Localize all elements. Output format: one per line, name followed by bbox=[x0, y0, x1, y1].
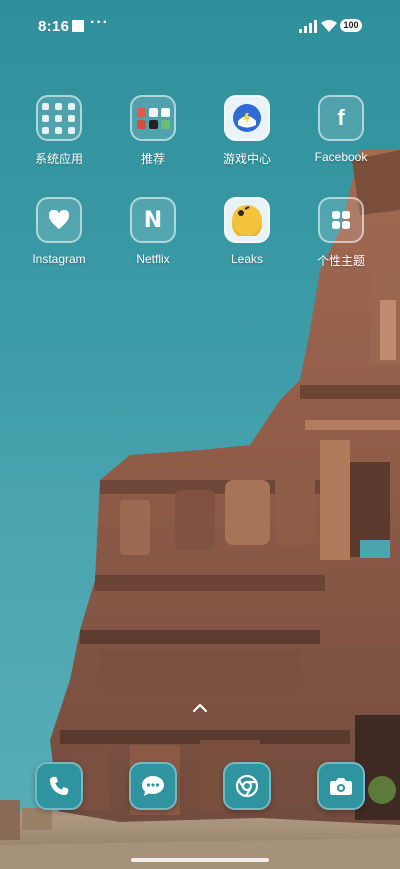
game-center-icon bbox=[224, 95, 270, 141]
wifi-icon bbox=[321, 19, 337, 32]
app-themes[interactable]: 个性主题 bbox=[295, 197, 387, 269]
app-label: Facebook bbox=[314, 150, 368, 164]
app-label: Leaks bbox=[230, 252, 264, 266]
chevron-up-icon[interactable] bbox=[192, 703, 208, 713]
app-label: 个性主题 bbox=[316, 254, 365, 268]
message-icon bbox=[142, 776, 164, 796]
camera-icon bbox=[330, 778, 352, 795]
dock-phone-button[interactable] bbox=[35, 762, 83, 810]
clock: 8:16 bbox=[38, 18, 70, 35]
app-netflix[interactable]: N Netflix bbox=[107, 197, 199, 266]
app-recommended[interactable]: 推荐 bbox=[107, 95, 199, 167]
app-system-apps[interactable]: 系统应用 bbox=[13, 95, 105, 167]
leaks-icon bbox=[224, 197, 270, 243]
dock-browser-button[interactable] bbox=[223, 762, 271, 810]
facebook-icon: f bbox=[318, 95, 364, 141]
heart-icon bbox=[36, 197, 82, 243]
status-bar: 8:16 ··· 100 bbox=[0, 0, 400, 56]
phone-icon bbox=[49, 776, 69, 796]
dock-camera-button[interactable] bbox=[317, 762, 365, 810]
more-notifications-icon: ··· bbox=[90, 14, 109, 31]
chrome-icon bbox=[235, 774, 259, 798]
folder-grid-icon bbox=[36, 95, 82, 141]
signal-icon bbox=[299, 20, 317, 33]
app-label: Instagram bbox=[32, 252, 86, 266]
home-indicator[interactable] bbox=[131, 858, 269, 862]
app-instagram[interactable]: Instagram bbox=[13, 197, 105, 266]
battery-indicator: 100 bbox=[340, 19, 362, 32]
notification-square-icon bbox=[72, 20, 84, 32]
dock-messages-button[interactable] bbox=[129, 762, 177, 810]
theme-grid-icon bbox=[318, 197, 364, 243]
netflix-n-icon: N bbox=[130, 197, 176, 243]
app-folder-icon bbox=[130, 95, 176, 141]
app-label: 游戏中心 bbox=[222, 152, 271, 166]
app-label: Netflix bbox=[136, 252, 170, 266]
app-facebook[interactable]: f Facebook bbox=[295, 95, 387, 164]
app-game-center[interactable]: 游戏中心 bbox=[201, 95, 293, 167]
app-label: 推荐 bbox=[140, 152, 165, 166]
app-leaks[interactable]: Leaks bbox=[201, 197, 293, 266]
app-label: 系统应用 bbox=[34, 152, 83, 166]
